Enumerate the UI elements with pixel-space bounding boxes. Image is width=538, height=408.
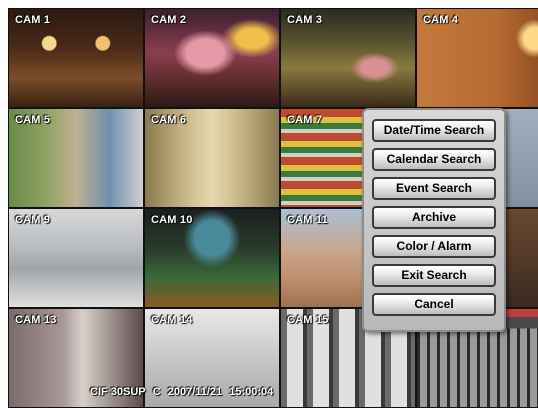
camera-tile-3[interactable]: CAM 3 [280, 8, 416, 108]
camera-label: CAM 6 [151, 114, 187, 126]
color-alarm-button[interactable]: Color / Alarm [372, 235, 496, 258]
camera-label: CAM 11 [287, 214, 328, 226]
camera-label: CAM 1 [15, 14, 51, 26]
cancel-button[interactable]: Cancel [372, 293, 496, 316]
resolution-indicator: CIF 30SUP [90, 386, 146, 398]
camera-tile-6[interactable]: CAM 6 [144, 108, 280, 208]
time-readout: 15:00:04 [229, 386, 274, 398]
archive-button[interactable]: Archive [372, 206, 496, 229]
camera-tile-2[interactable]: CAM 2 [144, 8, 280, 108]
camera-tile-9[interactable]: CAM 9 [8, 208, 144, 308]
calendar-search-button[interactable]: Calendar Search [372, 148, 496, 171]
camera-label: CAM 3 [287, 14, 323, 26]
search-menu: Date/Time Search Calendar Search Event S… [362, 108, 506, 332]
camera-label: CAM 7 [287, 114, 323, 126]
camera-label: CAM 4 [423, 14, 459, 26]
camera-label: CAM 13 [15, 314, 57, 326]
camera-label: CAM 2 [151, 14, 187, 26]
date-readout: 2007/11/21 [167, 386, 223, 398]
camera-tile-1[interactable]: CAM 1 [8, 8, 144, 108]
camera-label: CAM 10 [151, 214, 193, 226]
camera-label: CAM 5 [15, 114, 51, 126]
mode-indicator: C [152, 386, 161, 398]
date-time-search-button[interactable]: Date/Time Search [372, 119, 496, 142]
camera-label: CAM 9 [15, 214, 51, 226]
exit-search-button[interactable]: Exit Search [372, 264, 496, 287]
camera-label: CAM 14 [151, 314, 193, 326]
camera-label: CAM 15 [287, 314, 329, 326]
event-search-button[interactable]: Event Search [372, 177, 496, 200]
camera-tile-10[interactable]: CAM 10 [144, 208, 280, 308]
status-bar: CIF 30SUP C 2007/11/21 15:00:04 [90, 386, 277, 398]
camera-tile-5[interactable]: CAM 5 [8, 108, 144, 208]
camera-tile-4[interactable]: CAM 4 [416, 8, 538, 108]
